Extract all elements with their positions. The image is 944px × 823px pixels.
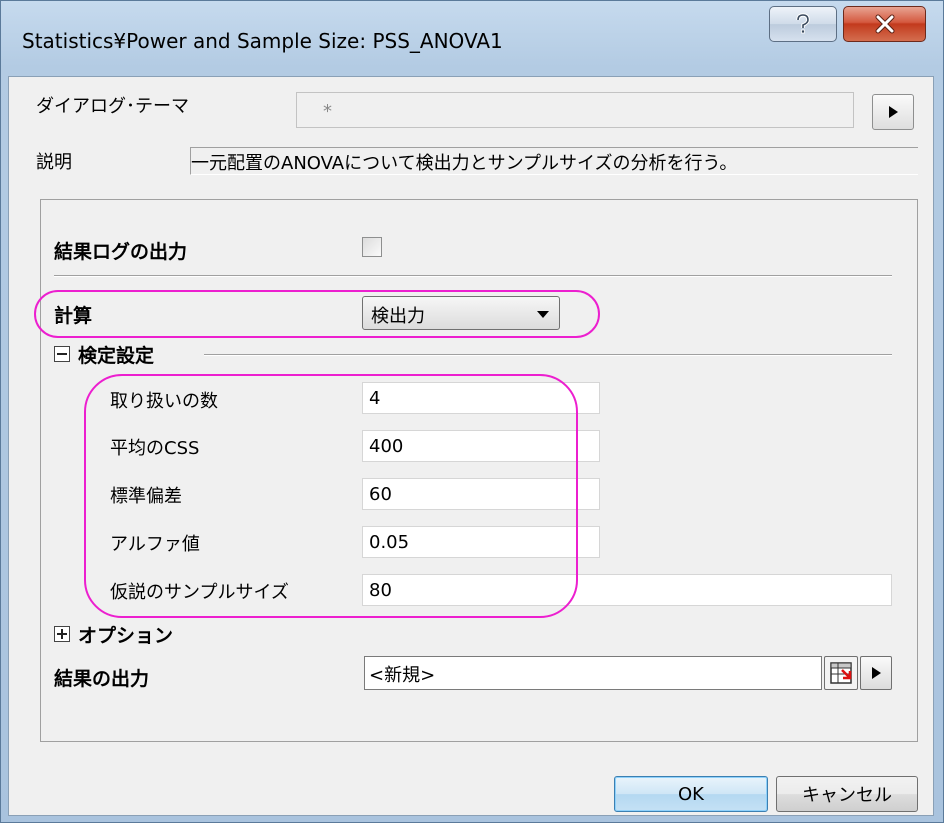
calc-dropdown[interactable]: 検出力 (362, 296, 560, 330)
worksheet-icon (830, 662, 852, 684)
section-divider (204, 354, 892, 356)
description-text: 一元配置のANOVAについて検出力とサンプルサイズの分析を行う。 (190, 147, 918, 175)
play-right-icon (889, 106, 898, 118)
help-button[interactable] (769, 6, 837, 42)
ok-button[interactable]: OK (614, 776, 768, 812)
field-label: 仮説のサンプルサイズ (110, 582, 289, 603)
collapse-icon[interactable] (54, 346, 70, 362)
expand-icon[interactable] (54, 626, 70, 642)
log-output-label: 結果ログの出力 (54, 241, 188, 263)
field-label: 標準偏差 (110, 486, 182, 507)
result-output-field[interactable]: <新規> (364, 656, 822, 690)
close-icon (875, 14, 894, 34)
worksheet-picker-button[interactable] (824, 656, 858, 690)
field-label: 平均のCSS (110, 438, 200, 459)
theme-field[interactable]: * (296, 92, 854, 128)
options-label: オプション (78, 625, 174, 647)
alpha-input[interactable]: 0.05 (362, 526, 600, 558)
std-dev-input[interactable]: 60 (362, 478, 600, 510)
sample-size-input[interactable]: 80 (362, 574, 892, 606)
theme-label: ダイアログ･テーマ (36, 96, 189, 117)
close-button[interactable] (843, 6, 926, 42)
result-output-label: 結果の出力 (54, 668, 150, 690)
calc-dropdown-value: 検出力 (371, 306, 425, 327)
help-icon (796, 13, 810, 34)
field-label: アルファ値 (110, 534, 200, 555)
play-right-icon (872, 667, 881, 679)
css-mean-input[interactable]: 400 (362, 430, 600, 462)
chevron-down-icon (537, 311, 549, 318)
cancel-button[interactable]: キャンセル (776, 776, 918, 812)
field-label: 取り扱いの数 (110, 391, 218, 412)
calc-label: 計算 (54, 305, 93, 327)
divider (54, 275, 892, 277)
test-settings-label: 検定設定 (78, 345, 155, 367)
log-output-checkbox[interactable] (362, 237, 382, 257)
treatments-input[interactable]: 4 (362, 382, 600, 414)
window-title: Statistics¥Power and Sample Size: PSS_AN… (22, 29, 503, 53)
theme-menu-button[interactable] (872, 94, 914, 130)
description-label: 説明 (36, 152, 72, 173)
result-output-menu-button[interactable] (860, 656, 892, 690)
